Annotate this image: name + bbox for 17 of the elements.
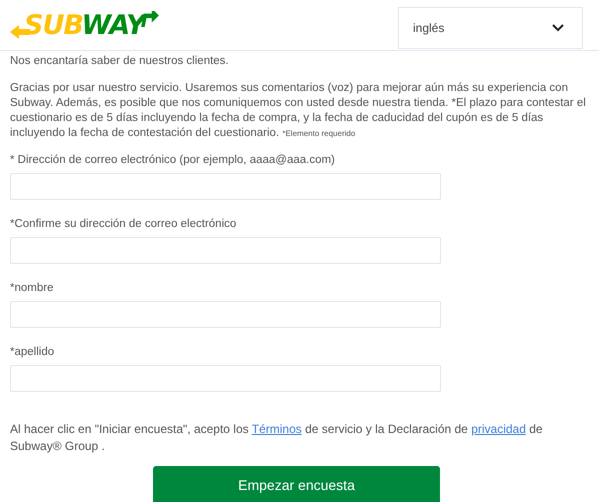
field-label: * Dirección de correo electrónico (por ejemplo, aaaa@aaa.com) (10, 153, 336, 168)
chevron-down-icon (552, 24, 564, 32)
field-label: *apellido (10, 345, 56, 360)
start-survey-button[interactable]: Empezar encuesta (153, 466, 440, 502)
consent-text: Al hacer clic en "Iniciar encuesta", acepto los Términos de servicio y la Declaración de privacidad de Subway® Group . (10, 421, 544, 455)
intro-text: Nos encantaría saber de nuestros clientes. (10, 54, 230, 69)
language-select[interactable]: inglés (398, 7, 583, 49)
link[interactable]: Términos (252, 422, 302, 436)
field-label: *Confirme su dirección de correo electrónico (10, 217, 238, 232)
input-field[interactable] (10, 237, 441, 264)
subway-logo: SUBWAY (10, 12, 159, 40)
link[interactable]: privacidad (471, 422, 526, 436)
description-text: Gracias por usar nuestro servicio. Usaremos sus comentarios (voz) para mejorar aún más su experiencia con Subway. Además, es posible que nos comuniquemos con usted desde nuestra tienda. *El plazo para contestar el cuestionario es de 5 días incluyendo la fecha de compra, y la fecha de caducidad del cupón es de 5 días incluyendo la fecha de contestación del cuestionario. *Elemento requerido (10, 81, 587, 141)
field-label: *nombre (10, 281, 54, 296)
input-field[interactable] (10, 301, 441, 328)
input-field[interactable] (10, 365, 441, 392)
input-field[interactable] (10, 173, 441, 200)
